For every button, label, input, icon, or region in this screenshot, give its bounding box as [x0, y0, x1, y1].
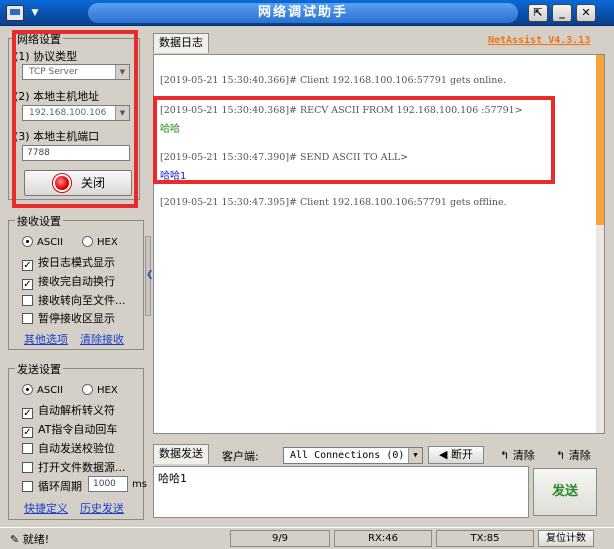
radio-icon[interactable]: [82, 384, 93, 395]
recv-option-label: 接收转向至文件...: [38, 294, 126, 307]
status-ready: ✎ 就绪!: [10, 531, 49, 547]
clear-receive-link[interactable]: 清除接收: [80, 331, 124, 347]
send-textarea[interactable]: 哈哈1: [153, 466, 529, 518]
close-window-button[interactable]: ✕: [576, 4, 596, 22]
log-line: [2019-05-21 15:30:47.395]# Client 192.16…: [160, 197, 507, 208]
recv-option-label: 接收完自动换行: [38, 275, 115, 288]
status-count: 9/9: [230, 530, 330, 547]
radio-icon[interactable]: [82, 236, 93, 247]
checkbox-icon[interactable]: [22, 295, 33, 306]
send-option-file-source[interactable]: 打开文件数据源...: [22, 459, 126, 474]
shortcut-define-link[interactable]: 快捷定义: [24, 500, 68, 516]
loop-label: 循环周期: [38, 480, 82, 493]
other-options-link[interactable]: 其他选项: [24, 331, 68, 347]
disconnect-button[interactable]: ◀ 断开: [428, 446, 484, 464]
send-option-label: 自动解析转义符: [38, 404, 115, 417]
recv-option-label: 按日志模式显示: [38, 256, 115, 269]
scrollbar-thumb[interactable]: [596, 55, 604, 225]
recv-option-label: 暂停接收区显示: [38, 312, 115, 325]
send-radio-hex[interactable]: HEX: [82, 384, 118, 398]
system-menu-chevron-icon[interactable]: ▼: [28, 6, 42, 20]
recv-option-log-mode[interactable]: ✓ 按日志模式显示: [22, 254, 115, 271]
clear-log-label: 清除: [568, 449, 591, 462]
checkbox-icon[interactable]: [22, 313, 33, 324]
tab-data-log[interactable]: 数据日志: [153, 33, 209, 53]
pen-icon: ✎: [10, 533, 20, 546]
panel-splitter[interactable]: ❮: [145, 236, 154, 316]
radio-checked-icon[interactable]: [22, 236, 33, 247]
clear-arrow-icon: ↰: [500, 449, 510, 462]
send-button[interactable]: 发送: [533, 468, 597, 516]
clear-send-button[interactable]: ↰ 清除: [500, 447, 535, 463]
send-option-label: 自动发送校验位: [38, 442, 115, 455]
status-ready-text: 就绪!: [22, 533, 50, 546]
highlight-box-log: [153, 96, 555, 184]
arrow-left-icon: ◀: [439, 448, 448, 461]
send-radio-ascii[interactable]: ASCII: [22, 384, 63, 398]
send-option-label: 打开文件数据源...: [38, 461, 126, 474]
disconnect-label: 断开: [450, 448, 473, 461]
send-option-loop[interactable]: 循环周期: [22, 478, 82, 493]
radio-checked-icon[interactable]: [22, 384, 33, 395]
checkbox-checked-icon[interactable]: ✓: [22, 408, 33, 419]
window-title: 网络调试助手: [88, 3, 518, 23]
status-rx: RX:46: [334, 530, 432, 547]
receive-settings-title: 接收设置: [15, 213, 63, 229]
recv-option-auto-newline[interactable]: ✓ 接收完自动换行: [22, 273, 115, 290]
loop-period-input[interactable]: 1000: [88, 476, 128, 492]
pin-icon[interactable]: ⇱: [528, 4, 548, 22]
send-hex-label: HEX: [97, 385, 118, 396]
send-history-link[interactable]: 历史发送: [80, 500, 124, 516]
send-option-escape[interactable]: ✓ 自动解析转义符: [22, 402, 115, 419]
checkbox-icon[interactable]: [22, 462, 33, 473]
status-tx: TX:85: [436, 530, 534, 547]
send-option-at-enter[interactable]: ✓ AT指令自动回车: [22, 421, 118, 438]
client-value: All Connections (0): [290, 450, 405, 461]
clear-log-button[interactable]: ↰ 清除: [556, 447, 591, 463]
recv-hex-label: HEX: [97, 237, 118, 248]
tab-data-send[interactable]: 数据发送: [153, 444, 209, 464]
highlight-box-network: [12, 30, 138, 208]
checkbox-checked-icon[interactable]: ✓: [22, 279, 33, 290]
recv-radio-ascii[interactable]: ASCII: [22, 236, 63, 250]
recv-option-to-file[interactable]: 接收转向至文件...: [22, 292, 126, 307]
clear-send-label: 清除: [512, 449, 535, 462]
status-bar: ✎ 就绪! 9/9 RX:46 TX:85 复位计数: [0, 527, 614, 549]
checkbox-icon[interactable]: [22, 481, 33, 492]
reset-count-button[interactable]: 复位计数: [538, 530, 594, 547]
app-icon[interactable]: [6, 5, 24, 21]
chevron-down-icon[interactable]: ▼: [408, 448, 422, 463]
client-label: 客户端:: [222, 450, 259, 463]
title-bar: ▼ 网络调试助手 ⇱ _ ✕: [0, 0, 614, 26]
loop-unit: ms: [132, 479, 147, 490]
clear-arrow-icon: ↰: [556, 449, 566, 462]
client-select[interactable]: All Connections (0) ▼: [283, 447, 423, 464]
log-line: [2019-05-21 15:30:40.366]# Client 192.16…: [160, 75, 507, 86]
send-option-label: AT指令自动回车: [38, 423, 118, 436]
checkbox-checked-icon[interactable]: ✓: [22, 260, 33, 271]
minimize-button[interactable]: _: [552, 4, 572, 22]
send-option-checksum[interactable]: 自动发送校验位: [22, 440, 115, 455]
send-ascii-label: ASCII: [37, 385, 64, 396]
brand-label[interactable]: NetAssist V4.3.13: [488, 35, 590, 46]
checkbox-icon[interactable]: [22, 443, 33, 454]
recv-ascii-label: ASCII: [37, 237, 64, 248]
recv-option-pause[interactable]: 暂停接收区显示: [22, 310, 115, 325]
recv-radio-hex[interactable]: HEX: [82, 236, 118, 250]
send-settings-title: 发送设置: [15, 361, 63, 377]
checkbox-checked-icon[interactable]: ✓: [22, 427, 33, 438]
log-scrollbar[interactable]: [596, 55, 604, 433]
